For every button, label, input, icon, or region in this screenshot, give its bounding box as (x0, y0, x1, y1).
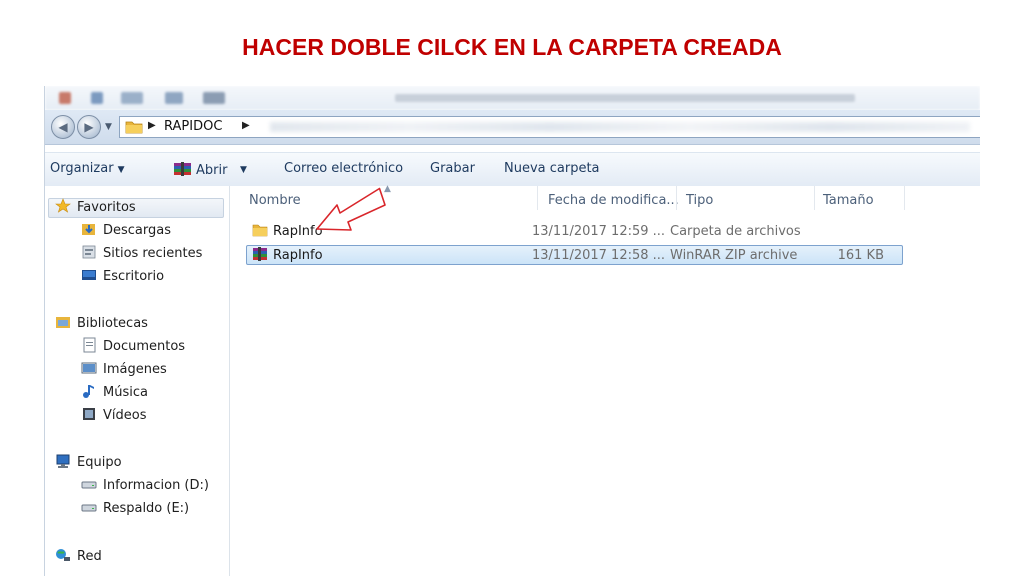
file-row-selected[interactable]: RapInfo 13/11/2017 12:58 ... WinRAR ZIP … (246, 245, 903, 265)
desktop-icon (82, 270, 96, 280)
open-button[interactable]: Abrir (173, 161, 227, 178)
title-bar (45, 86, 980, 110)
command-bar: Organizar ▼ Abrir ▼ Correo electrónico Gr… (45, 152, 980, 187)
nav-recent-places[interactable]: Sitios recientes (81, 244, 202, 264)
column-header-date[interactable]: Fecha de modifica... (548, 193, 679, 208)
nav-downloads[interactable]: Descargas (81, 221, 171, 241)
column-header-size[interactable]: Tamaño (823, 193, 874, 208)
file-size: 161 KB (837, 248, 884, 263)
slide-title: HACER DOBLE CILCK EN LA CARPETA CREADA (242, 34, 782, 60)
column-divider[interactable] (814, 186, 815, 210)
nav-favorites[interactable]: Favoritos (55, 198, 136, 218)
breadcrumb-chevron-icon[interactable]: ▶ (148, 120, 156, 131)
star-icon (55, 198, 71, 213)
libraries-icon (56, 317, 70, 328)
address-row: ◀ ▶ ▼ ▶ RAPIDOC ▶ (45, 110, 980, 145)
nav-documents[interactable]: Documentos (81, 337, 185, 357)
burn-button[interactable]: Grabar (430, 161, 475, 176)
address-bar[interactable]: ▶ RAPIDOC ▶ (119, 116, 980, 138)
navigation-pane: Favoritos Descargas Sitios recientes Esc… (45, 186, 230, 576)
nav-libraries[interactable]: Bibliotecas (55, 314, 148, 334)
drive-icon (81, 481, 97, 489)
sort-ascending-icon: ▲ (384, 184, 391, 194)
new-folder-button[interactable]: Nueva carpeta (504, 161, 600, 176)
nav-drive-d[interactable]: Informacion (D:) (81, 476, 209, 496)
nav-drive-e[interactable]: Respaldo (E:) (81, 499, 189, 519)
breadcrumb-chevron-icon[interactable]: ▶ (242, 120, 250, 131)
chevron-down-icon: ▼ (117, 165, 125, 175)
nav-network[interactable]: Red (55, 547, 102, 567)
breadcrumb-rapidoc[interactable]: RAPIDOC (164, 119, 222, 134)
winrar-icon (174, 162, 191, 176)
open-dropdown-chevron-icon[interactable]: ▼ (236, 161, 247, 176)
forward-button[interactable]: ▶ (77, 115, 101, 139)
file-date: 13/11/2017 12:59 ... (532, 224, 666, 239)
column-divider[interactable] (537, 186, 538, 210)
blurred-path (270, 122, 970, 132)
file-type: WinRAR ZIP archive (670, 248, 798, 263)
nav-videos[interactable]: Vídeos (81, 406, 146, 426)
column-divider[interactable] (676, 186, 677, 210)
file-name: RapInfo (273, 224, 323, 239)
nav-desktop[interactable]: Escritorio (81, 267, 164, 287)
music-icon (83, 385, 94, 398)
explorer-window: ◀ ▶ ▼ ▶ RAPIDOC ▶ Organizar ▼ Abrir ▼ Cor… (44, 86, 980, 576)
organize-button[interactable]: Organizar ▼ (50, 161, 124, 176)
folder-icon (252, 224, 268, 237)
nav-computer[interactable]: Equipo (55, 453, 122, 473)
back-button[interactable]: ◀ (51, 115, 75, 139)
column-header-type[interactable]: Tipo (686, 193, 713, 208)
winrar-icon (253, 247, 267, 261)
documents-icon (83, 337, 96, 353)
file-type: Carpeta de archivos (670, 224, 801, 239)
file-list: ▲ Nombre Fecha de modifica... Tipo Tamañ… (230, 184, 980, 576)
recent-pages-dropdown[interactable]: ▼ (105, 122, 112, 132)
recent-places-icon (82, 245, 96, 259)
file-name: RapInfo (273, 248, 323, 263)
images-icon (81, 362, 97, 374)
videos-icon (83, 408, 95, 420)
nav-images[interactable]: Imágenes (81, 360, 167, 380)
network-icon (56, 549, 70, 561)
drive-icon (81, 504, 97, 512)
folder-icon (125, 121, 143, 134)
computer-icon (56, 454, 70, 468)
email-button[interactable]: Correo electrónico (284, 161, 403, 176)
downloads-folder-icon (82, 224, 95, 235)
column-header-name[interactable]: Nombre (249, 193, 301, 208)
file-row[interactable]: RapInfo 13/11/2017 12:59 ... Carpeta de … (246, 222, 903, 242)
column-divider[interactable] (904, 186, 905, 210)
nav-music[interactable]: Música (81, 383, 148, 403)
file-date: 13/11/2017 12:58 ... (532, 248, 666, 263)
